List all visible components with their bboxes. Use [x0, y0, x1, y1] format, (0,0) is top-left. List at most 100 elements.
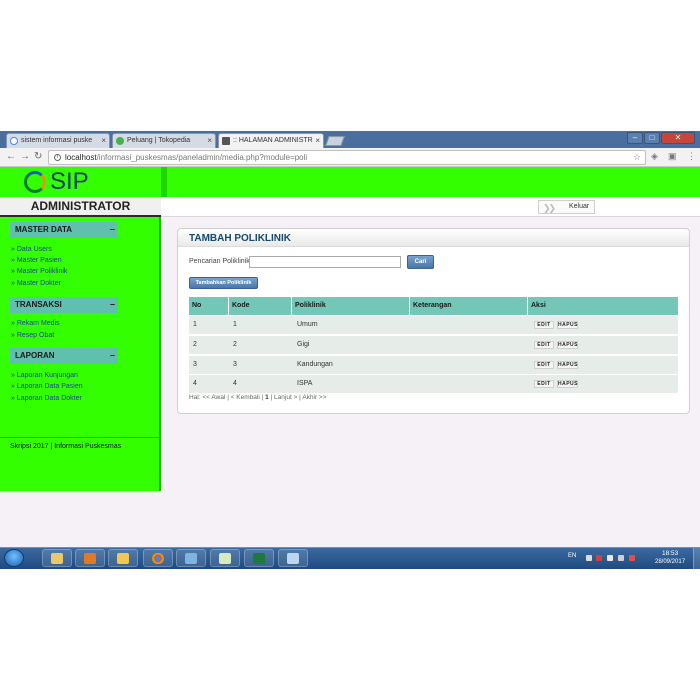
pager-next-link[interactable]: Lanjut > — [274, 394, 297, 401]
network-icon[interactable] — [618, 555, 624, 561]
collapse-icon[interactable]: – — [110, 221, 115, 237]
table-row — [189, 316, 678, 334]
tray-alert-icon[interactable] — [596, 555, 602, 561]
flag-icon[interactable] — [629, 555, 635, 561]
media-player-icon[interactable] — [75, 549, 105, 567]
shield-icon[interactable]: ◈ — [651, 151, 658, 162]
folder-icon[interactable] — [108, 549, 138, 567]
admin-title: ADMINISTRATOR — [0, 197, 161, 217]
section-laporan[interactable]: LAPORAN – — [10, 348, 118, 364]
chevron-right-icon: ❯❯ — [543, 203, 556, 213]
taskbar — [0, 547, 700, 569]
sidebar-item-resep-obat[interactable]: Resep Obat — [11, 332, 54, 339]
sidebar-item-master-dokter[interactable]: Master Dokter — [11, 280, 61, 287]
chrome-icon[interactable] — [143, 549, 173, 567]
google-icon — [10, 137, 18, 145]
tab-google-search[interactable]: sistem informasi puske × — [6, 133, 110, 148]
search-input[interactable] — [249, 256, 401, 268]
tokopedia-icon — [116, 137, 124, 145]
sidebar-divider — [0, 437, 159, 438]
menu-dots-icon[interactable]: ⋮ — [687, 151, 696, 162]
delete-button[interactable]: HAPUS — [557, 380, 578, 388]
tab-label: Peluang | Tokopedia — [127, 137, 191, 144]
back-icon[interactable]: ← — [6, 151, 16, 162]
tab-label: :: HALAMAN ADMINISTR — [233, 137, 313, 144]
show-desktop-button[interactable] — [693, 548, 700, 569]
panel-title: TAMBAH POLIKLINIK — [189, 233, 292, 244]
pager-prev-link[interactable]: < Kembali — [231, 394, 260, 401]
tab-tokopedia[interactable]: Peluang | Tokopedia × — [112, 133, 216, 148]
column-header-poliklinik: Poliklinik — [292, 297, 410, 315]
sidebar-item-laporan-data-dokter[interactable]: Laporan Data Dokter — [11, 395, 82, 402]
tray-arrow-icon[interactable] — [586, 555, 592, 561]
sidebar-item-laporan-kunjungan[interactable]: Laporan Kunjungan — [11, 372, 78, 379]
logo-text: SIP — [50, 168, 89, 195]
sidebar-item-rekam-medis[interactable]: Rekam Medis — [11, 320, 60, 327]
sip-logo-icon — [24, 171, 46, 193]
sidebar-item-master-pasien[interactable]: Master Pasien — [11, 257, 62, 264]
remote-desktop-icon[interactable] — [278, 549, 308, 567]
edit-button[interactable]: EDIT — [534, 321, 554, 329]
search-label: Pencarian Poliklinik: — [189, 258, 252, 265]
collapse-icon[interactable]: – — [110, 347, 115, 363]
reload-icon[interactable]: ↻ — [34, 151, 42, 162]
column-header-kode: Kode — [229, 297, 292, 315]
cell-kode: 3 — [233, 361, 237, 368]
maximize-button[interactable]: □ — [644, 132, 660, 144]
cell-poliklinik: Kandungan — [297, 361, 333, 368]
cell-kode: 2 — [233, 341, 237, 348]
sidebar-item-data-users[interactable]: Data Users — [11, 246, 52, 253]
column-header-aksi: Aksi — [528, 297, 678, 315]
tab-admin-page[interactable]: :: HALAMAN ADMINISTR × — [218, 133, 324, 148]
close-tab-icon[interactable]: × — [315, 134, 320, 147]
books-icon[interactable] — [176, 549, 206, 567]
info-icon[interactable]: i — [54, 154, 61, 161]
section-title: MASTER DATA — [15, 225, 73, 234]
cell-kode: 4 — [233, 380, 237, 387]
sidebar-footer: Skripsi 2017 | Informasi Puskesmas — [10, 443, 122, 450]
tab-label: sistem informasi puske — [21, 137, 93, 144]
add-poliklinik-button[interactable]: Tambahkan Poliklinik — [189, 277, 258, 289]
clock-time[interactable]: 18:53 — [662, 550, 678, 557]
delete-button[interactable]: HAPUS — [557, 321, 578, 329]
close-tab-icon[interactable]: × — [101, 134, 106, 147]
pager-last-link[interactable]: Akhir >> — [302, 394, 326, 401]
sidebar-item-laporan-data-pasien[interactable]: Laporan Data Pasien — [11, 383, 83, 390]
search-button[interactable]: Cari — [407, 255, 434, 269]
delete-button[interactable]: HAPUS — [557, 341, 578, 349]
page-icon — [222, 137, 230, 145]
language-indicator[interactable]: EN — [568, 553, 576, 559]
edit-button[interactable]: EDIT — [534, 341, 554, 349]
logout-label: Keluar — [569, 203, 590, 210]
url-host: localhost — [65, 153, 97, 162]
minimize-button[interactable]: – — [627, 132, 643, 144]
collapse-icon[interactable]: – — [110, 296, 115, 312]
clock-date[interactable]: 28/09/2017 — [655, 559, 685, 565]
delete-button[interactable]: HAPUS — [557, 361, 578, 369]
edit-button[interactable]: EDIT — [534, 361, 554, 369]
section-title: LAPORAN — [15, 351, 55, 360]
cell-no: 2 — [193, 341, 197, 348]
notepad-icon[interactable] — [210, 549, 240, 567]
table-row — [189, 336, 678, 354]
volume-icon[interactable] — [607, 555, 613, 561]
close-window-button[interactable]: ✕ — [661, 132, 695, 144]
bookmark-star-icon[interactable]: ☆ — [633, 152, 641, 163]
close-tab-icon[interactable]: × — [207, 134, 212, 147]
pager-current: 1 — [265, 394, 269, 401]
excel-icon[interactable] — [244, 549, 274, 567]
address-bar[interactable]: i localhost/informasi_puskesmas/paneladm… — [48, 150, 646, 165]
forward-icon[interactable]: → — [20, 151, 30, 162]
file-explorer-icon[interactable] — [42, 549, 72, 567]
pager-first-link[interactable]: << Awal — [202, 394, 225, 401]
start-button[interactable] — [4, 549, 24, 567]
section-master-data[interactable]: MASTER DATA – — [10, 222, 118, 238]
edit-button[interactable]: EDIT — [534, 380, 554, 388]
screen: sistem informasi puske × Peluang | Tokop… — [0, 0, 700, 700]
column-header-no: No — [189, 297, 229, 315]
sidebar-item-master-poliklinik[interactable]: Master Poliklinik — [11, 268, 68, 275]
logout-button[interactable]: ❯❯ Keluar — [538, 200, 595, 214]
cell-poliklinik: Gigi — [297, 341, 310, 348]
extension-icon[interactable]: ▣ — [668, 151, 677, 162]
section-transaksi[interactable]: TRANSAKSI – — [10, 297, 118, 313]
